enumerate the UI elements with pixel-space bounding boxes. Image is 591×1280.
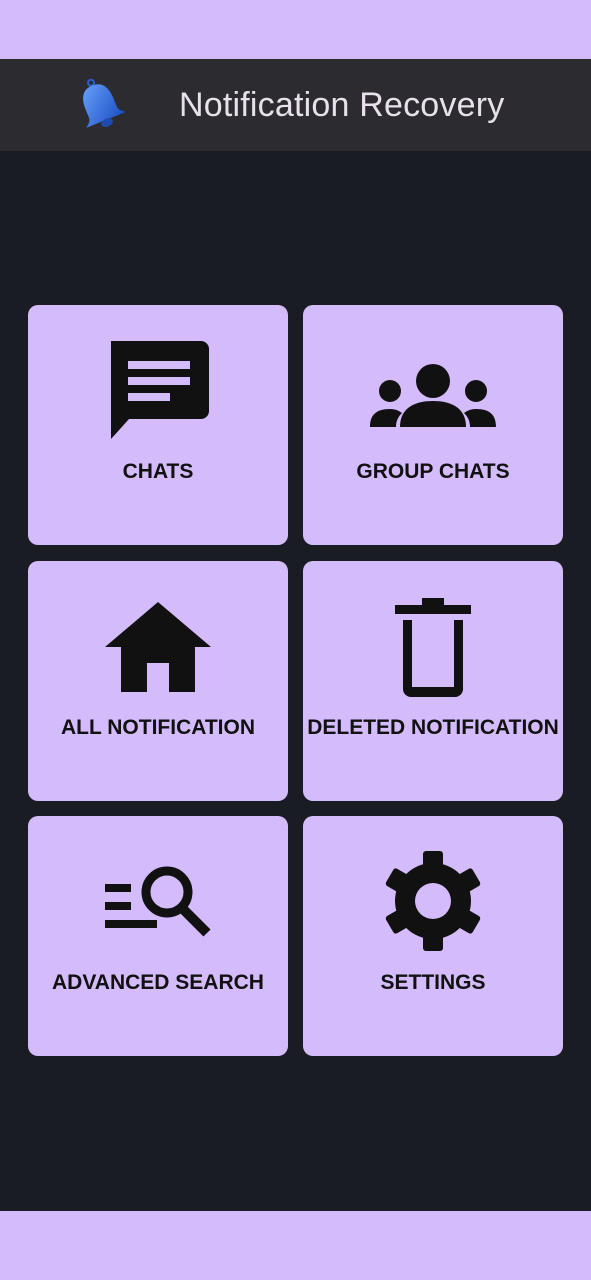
all-notification-label: ALL NOTIFICATION [60, 716, 256, 739]
app-title: Notification Recovery [179, 86, 505, 124]
group-chats-tile[interactable]: GROUP CHATS [303, 305, 563, 545]
settings-label: SETTINGS [380, 971, 486, 994]
app-bar: Notification Recovery [0, 59, 591, 151]
chats-label: CHATS [122, 460, 194, 483]
advanced-search-label: ADVANCED SEARCH [52, 971, 264, 994]
search-filter-icon [28, 846, 288, 956]
all-notification-tile[interactable]: ALL NOTIFICATION [28, 561, 288, 801]
settings-tile[interactable]: SETTINGS [303, 816, 563, 1056]
deleted-notification-label: DELETED NOTIFICATION [307, 716, 559, 739]
chats-tile[interactable]: CHATS [28, 305, 288, 545]
status-bar [0, 0, 591, 59]
gear-icon [303, 846, 563, 956]
group-chats-label: GROUP CHATS [356, 460, 510, 483]
screen: Notification Recovery CHATS GROUP CHATS … [0, 0, 591, 1280]
chat-icon [28, 335, 288, 445]
bell-icon [72, 75, 128, 135]
trash-icon [303, 591, 563, 701]
deleted-notification-tile[interactable]: DELETED NOTIFICATION [303, 561, 563, 801]
advanced-search-tile[interactable]: ADVANCED SEARCH [28, 816, 288, 1056]
home-icon [28, 591, 288, 701]
navigation-bar [0, 1211, 591, 1280]
group-icon [303, 335, 563, 445]
